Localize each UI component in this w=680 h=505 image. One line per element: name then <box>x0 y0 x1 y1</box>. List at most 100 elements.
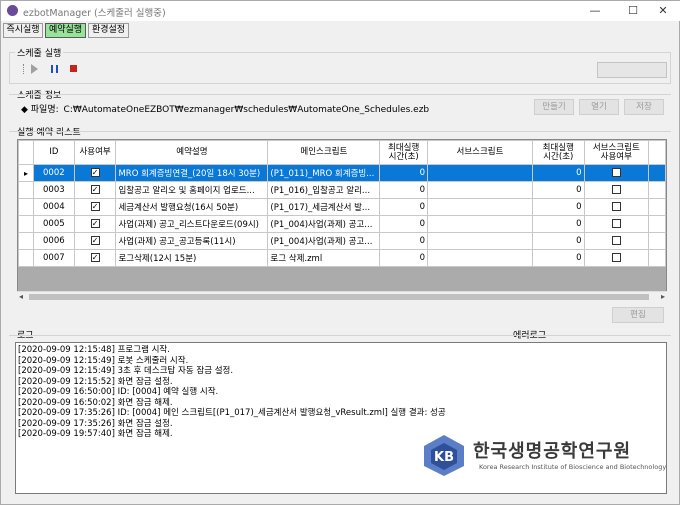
scheduler-run-label: 스케줄 실행 <box>15 46 64 59</box>
table-row[interactable]: 0004 ✓ 세금계산서 발행요청(16시 50분) (P1_017)_세금계산서 발… <box>18 198 666 216</box>
row-header[interactable] <box>18 198 34 216</box>
sub-enabled-checkbox[interactable] <box>611 219 621 228</box>
row-header[interactable] <box>18 249 34 267</box>
stop-icon[interactable] <box>70 65 77 72</box>
cell-enabled[interactable]: ✓ <box>73 181 117 199</box>
sub-enabled-checkbox[interactable] <box>611 236 621 245</box>
cell-id[interactable]: 0004 <box>32 198 75 216</box>
scroll-right-icon[interactable]: ▸ <box>661 292 665 301</box>
play-icon[interactable] <box>31 64 38 74</box>
sub-enabled-checkbox[interactable] <box>611 168 621 177</box>
enabled-checkbox[interactable]: ✓ <box>90 236 100 245</box>
column-header-max-time[interactable]: 최대실행 시간(초) <box>379 140 429 165</box>
cell-main-script[interactable]: (P1_016)_입찰공고 알리... <box>267 181 381 199</box>
column-header-sub-enabled[interactable]: 서브스크립트 사용여부 <box>583 140 650 165</box>
close-button[interactable]: ✕ <box>656 4 670 18</box>
save-button[interactable]: 저장 <box>624 99 664 115</box>
table-row[interactable]: 0005 ✓ 사업(과제) 공고_리스트다운로드(09시) (P1_004)사업(과제… <box>18 215 666 233</box>
column-header-sub-script[interactable]: 서브스크립트 <box>427 140 533 165</box>
cell-sub-script[interactable] <box>427 232 533 250</box>
column-header-enabled[interactable]: 사용여부 <box>73 140 117 165</box>
cell-enabled[interactable]: ✓ <box>73 198 117 216</box>
cell-max-time[interactable]: 0 <box>379 215 429 233</box>
maximize-button[interactable]: ☐ <box>626 4 640 18</box>
cell-enabled[interactable]: ✓ <box>73 232 117 250</box>
tab-scheduled-run[interactable]: 예약실행 <box>45 23 86 38</box>
column-header-id[interactable]: ID <box>32 140 75 165</box>
cell-desc[interactable]: 입찰공고 알리오 및 홈페이지 업로드... <box>115 181 269 199</box>
cell-max-time[interactable]: 0 <box>379 181 429 199</box>
cell-sub-enabled[interactable] <box>583 232 650 250</box>
cell-id[interactable]: 0005 <box>32 215 75 233</box>
cell-id[interactable]: 0007 <box>32 249 75 267</box>
cell-desc[interactable]: 사업(과제) 공고_리스트다운로드(09시) <box>115 215 269 233</box>
scroll-left-icon[interactable]: ◂ <box>19 292 23 301</box>
cell-id[interactable]: 0006 <box>32 232 75 250</box>
cell-sub-enabled[interactable] <box>583 215 650 233</box>
enabled-checkbox[interactable]: ✓ <box>90 219 100 228</box>
cell-sub-max-time[interactable]: 0 <box>531 249 585 267</box>
schedule-table: ID 사용여부 예약설명 메인스크립트 최대실행 시간(초) 서브스크립트 최대… <box>18 140 666 267</box>
cell-desc[interactable]: 세금계산서 발행요청(16시 50분) <box>115 198 269 216</box>
sub-enabled-checkbox[interactable] <box>611 185 621 194</box>
cell-desc[interactable]: 로그삭제(12시 15분) <box>115 249 269 267</box>
cell-desc[interactable]: MRO 회계증빙연결_(20일 18시 30분) <box>115 164 269 182</box>
cell-sub-max-time[interactable]: 0 <box>531 181 585 199</box>
open-button[interactable]: 열기 <box>579 99 619 115</box>
enabled-checkbox[interactable]: ✓ <box>90 185 100 194</box>
cell-sub-script[interactable] <box>427 215 533 233</box>
cell-main-script[interactable]: (P1_017)_세금계산서 발... <box>267 198 381 216</box>
table-row[interactable]: 0003 ✓ 입찰공고 알리오 및 홈페이지 업로드... (P1_016)_입찰공고… <box>18 181 666 199</box>
enabled-checkbox[interactable]: ✓ <box>90 168 100 177</box>
horizontal-scrollbar[interactable]: ◂ ▸ <box>17 291 667 301</box>
cell-enabled[interactable]: ✓ <box>73 164 117 182</box>
table-row[interactable]: ▸ 0002 ✓ MRO 회계증빙연결_(20일 18시 30분) (P1_011)_M… <box>18 164 666 182</box>
cell-sub-script[interactable] <box>427 249 533 267</box>
cell-main-script[interactable]: (P1_011)_MRO 회계증빙... <box>267 164 381 182</box>
cell-max-time[interactable]: 0 <box>379 164 429 182</box>
tab-immediate-run[interactable]: 즉시실행 <box>3 23 43 38</box>
tab-settings[interactable]: 환경설정 <box>88 23 129 38</box>
cell-sub-script[interactable] <box>427 164 533 182</box>
column-header-sub-max-time[interactable]: 최대실행 시간(초) <box>531 140 585 165</box>
cell-desc[interactable]: 사업(과제) 공고_공고등록(11시) <box>115 232 269 250</box>
sub-enabled-checkbox[interactable] <box>611 253 621 262</box>
cell-id[interactable]: 0003 <box>32 181 75 199</box>
cell-main-script[interactable]: (P1_004)사업(과제) 공고... <box>267 232 381 250</box>
sub-enabled-checkbox[interactable] <box>611 202 621 211</box>
cell-sub-script[interactable] <box>427 198 533 216</box>
cell-main-script[interactable]: (P1_004)사업(과제) 공고... <box>267 215 381 233</box>
cell-sub-max-time[interactable]: 0 <box>531 215 585 233</box>
cell-enabled[interactable]: ✓ <box>73 215 117 233</box>
table-row[interactable]: 0007 ✓ 로그삭제(12시 15분) 로그 삭제.zml 0 0 <box>18 249 666 267</box>
cell-main-script[interactable]: 로그 삭제.zml <box>267 249 381 267</box>
cell-enabled[interactable]: ✓ <box>73 249 117 267</box>
column-header-desc[interactable]: 예약설명 <box>115 140 269 165</box>
cell-sub-enabled[interactable] <box>583 249 650 267</box>
cell-sub-max-time[interactable]: 0 <box>531 232 585 250</box>
cell-sub-enabled[interactable] <box>583 181 650 199</box>
scrollbar-thumb[interactable] <box>29 294 649 300</box>
kribb-logo-icon: KB <box>424 435 464 476</box>
row-header[interactable] <box>18 232 34 250</box>
enabled-checkbox[interactable]: ✓ <box>90 202 100 211</box>
new-button[interactable]: 만들기 <box>534 99 574 115</box>
edit-button[interactable]: 편집 <box>612 307 664 323</box>
cell-max-time[interactable]: 0 <box>379 249 429 267</box>
minimize-button[interactable]: — <box>588 4 602 18</box>
enabled-checkbox[interactable]: ✓ <box>90 253 100 262</box>
row-header[interactable]: ▸ <box>18 164 34 182</box>
pause-icon[interactable] <box>51 65 58 73</box>
cell-sub-enabled[interactable] <box>583 164 650 182</box>
row-header[interactable] <box>18 215 34 233</box>
cell-sub-max-time[interactable]: 0 <box>531 198 585 216</box>
cell-sub-enabled[interactable] <box>583 198 650 216</box>
row-header[interactable] <box>18 181 34 199</box>
column-header-main-script[interactable]: 메인스크립트 <box>267 140 381 165</box>
cell-sub-script[interactable] <box>427 181 533 199</box>
table-row[interactable]: 0006 ✓ 사업(과제) 공고_공고등록(11시) (P1_004)사업(과제) 공… <box>18 232 666 250</box>
cell-max-time[interactable]: 0 <box>379 198 429 216</box>
cell-id[interactable]: 0002 <box>32 164 75 182</box>
cell-max-time[interactable]: 0 <box>379 232 429 250</box>
cell-sub-max-time[interactable]: 0 <box>531 164 585 182</box>
